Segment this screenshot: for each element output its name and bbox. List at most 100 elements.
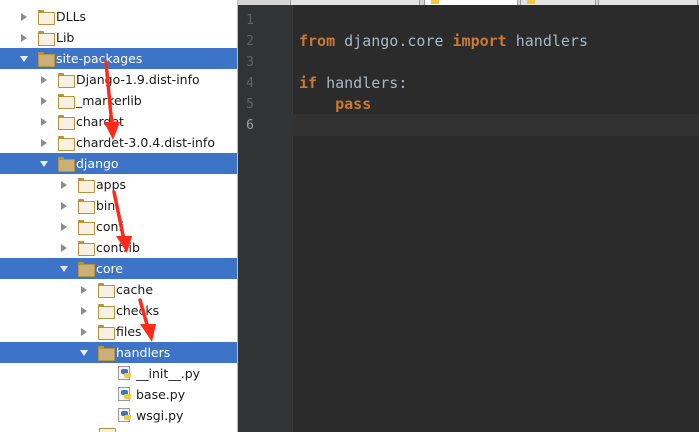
folder-icon	[98, 304, 115, 319]
code-text: handlers	[506, 32, 588, 50]
folder-icon	[58, 115, 75, 130]
tree-item[interactable]: files	[0, 321, 237, 342]
code-keyword: import	[452, 32, 507, 50]
line-number: 4	[246, 76, 254, 91]
code-text: django.core	[335, 32, 453, 50]
tree-item-label: handlers	[116, 345, 171, 360]
tree-item[interactable]: __init__.py	[0, 363, 237, 384]
tree-item-label: Lib	[56, 30, 75, 45]
tree-item[interactable]: contrib	[0, 237, 237, 258]
code-keyword: from	[299, 32, 336, 50]
code-line[interactable]: from django.core import handlers	[299, 31, 588, 52]
python-file-icon	[118, 366, 132, 381]
tree-item-label: Django-1.9.dist-info	[76, 72, 200, 87]
collapse-arrow-icon[interactable]	[78, 342, 90, 363]
tree-item[interactable]: site-packages	[0, 48, 237, 69]
folder-icon	[38, 31, 55, 46]
folder-icon	[78, 199, 95, 214]
line-number: 5	[246, 97, 254, 112]
expand-arrow-icon[interactable]	[38, 132, 50, 153]
tree-item-label: conf	[96, 219, 123, 234]
tree-item[interactable]: Lib	[0, 27, 237, 48]
folder-icon	[58, 157, 75, 172]
tree-item-label: _markerlib	[76, 93, 142, 108]
line-number: 2	[246, 34, 254, 49]
expand-arrow-icon[interactable]	[58, 174, 70, 195]
folder-icon	[38, 52, 55, 67]
code-keyword: if	[299, 74, 318, 92]
folder-icon	[58, 73, 75, 88]
tree-item-label: cache	[116, 282, 154, 297]
tree-item[interactable]: apps	[0, 174, 237, 195]
expand-arrow-icon[interactable]	[18, 6, 30, 27]
tree-item[interactable]: handlers	[0, 342, 237, 363]
folder-icon	[78, 220, 95, 235]
expand-arrow-icon[interactable]	[38, 90, 50, 111]
folder-icon	[98, 283, 115, 298]
expand-arrow-icon[interactable]	[18, 27, 30, 48]
tree-item-label: wsgi.py	[136, 408, 184, 423]
tree-item-label: base.py	[136, 387, 186, 402]
tree-item-label: DLLs	[56, 9, 87, 24]
current-line-highlight	[293, 114, 699, 136]
tree-item[interactable]: chardet	[0, 111, 237, 132]
collapse-arrow-icon[interactable]	[58, 258, 70, 279]
folder-icon	[58, 136, 75, 151]
tree-item[interactable]: chardet-3.0.4.dist-info	[0, 132, 237, 153]
tree-item-label: __init__.py	[136, 366, 201, 381]
tree-item[interactable]: base.py	[0, 384, 237, 405]
tree-item-label: bin	[96, 198, 116, 213]
tree-item[interactable]: DLLs	[0, 6, 237, 27]
expand-arrow-icon[interactable]	[58, 216, 70, 237]
folder-icon	[78, 178, 95, 193]
collapse-arrow-icon[interactable]	[38, 153, 50, 174]
folder-icon	[38, 10, 55, 25]
tree-item[interactable]: wsgi.py	[0, 405, 237, 426]
tree-item-label: contrib	[96, 240, 140, 255]
expand-arrow-icon[interactable]	[58, 195, 70, 216]
code-line[interactable]: if handlers:	[299, 73, 407, 94]
line-number: 3	[246, 55, 254, 70]
folder-icon	[99, 428, 116, 432]
python-file-icon	[527, 0, 535, 4]
folder-icon	[98, 325, 115, 340]
tree-item-label: chardet-3.0.4.dist-info	[76, 135, 215, 150]
line-number: 1	[246, 13, 254, 28]
expand-arrow-icon[interactable]	[58, 237, 70, 258]
tree-item-label: django	[76, 156, 119, 171]
tree-item[interactable]: bin	[0, 195, 237, 216]
expand-arrow-icon[interactable]	[78, 279, 90, 300]
tree-item-label: checks	[116, 303, 160, 318]
tree-item[interactable]: Django-1.9.dist-info	[0, 69, 237, 90]
code-text: handlers:	[317, 74, 408, 92]
code-editor[interactable]: from django.core import handlers if handl…	[293, 5, 699, 432]
tree-item[interactable]: conf	[0, 216, 237, 237]
tree-item-label: apps	[96, 177, 127, 192]
tree-item[interactable]: checks	[0, 300, 237, 321]
tree-item[interactable]: cache	[0, 279, 237, 300]
code-keyword: pass	[335, 95, 372, 113]
tree-item[interactable]: django	[0, 153, 237, 174]
project-tree-panel: DLLs Lib site-packages Django-1.9.dist-info…	[0, 0, 238, 432]
folder-icon	[78, 262, 95, 277]
python-file-icon	[118, 387, 132, 402]
expand-arrow-icon[interactable]	[78, 321, 90, 342]
folder-icon	[98, 346, 115, 361]
code-line[interactable]: pass	[299, 94, 371, 115]
python-file-icon	[431, 0, 439, 4]
tree-item-label: core	[96, 261, 124, 276]
python-file-icon	[118, 408, 132, 423]
folder-icon	[58, 94, 75, 109]
expand-arrow-icon[interactable]	[38, 69, 50, 90]
folder-icon	[78, 241, 95, 256]
tree-item[interactable]: core	[0, 258, 237, 279]
tree-item-label: site-packages	[56, 51, 143, 66]
collapse-arrow-icon[interactable]	[18, 48, 30, 69]
expand-arrow-icon[interactable]	[38, 111, 50, 132]
expand-arrow-icon[interactable]	[78, 300, 90, 321]
tree-item[interactable]: _markerlib	[0, 90, 237, 111]
line-number-gutter: 1 2 3 4 5 6	[238, 5, 293, 432]
tree-item-label: chardet	[76, 114, 124, 129]
line-number: 6	[246, 118, 254, 133]
